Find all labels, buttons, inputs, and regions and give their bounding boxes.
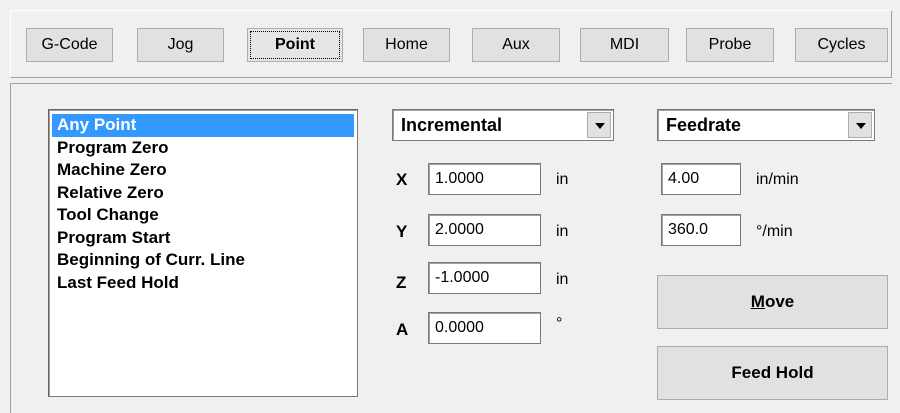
- list-item-tool-change[interactable]: Tool Change: [52, 204, 354, 227]
- chevron-down-icon: [856, 123, 866, 129]
- tab-home[interactable]: Home: [363, 28, 450, 62]
- chevron-down-icon: [595, 123, 605, 129]
- list-item-program-zero[interactable]: Program Zero: [52, 137, 354, 160]
- point-listbox[interactable]: Any Point Program Zero Machine Zero Rela…: [48, 109, 358, 397]
- mode-select[interactable]: Incremental: [392, 109, 614, 141]
- axis-x-label: X: [396, 170, 408, 189]
- axis-a-unit: °: [556, 315, 563, 332]
- move-button[interactable]: Move: [657, 275, 888, 329]
- axis-a-label: A: [396, 320, 409, 339]
- mode-select-value: Incremental: [401, 115, 503, 135]
- axis-x-field[interactable]: 1.0000: [428, 163, 541, 195]
- rate-select-value: Feedrate: [666, 115, 742, 135]
- tab-g-code[interactable]: G-Code: [26, 28, 113, 62]
- axis-z-field[interactable]: -1.0000: [428, 262, 541, 294]
- angular-feedrate-unit: °/min: [756, 223, 793, 240]
- axis-y-label: Y: [396, 222, 408, 241]
- list-item-relative-zero[interactable]: Relative Zero: [52, 182, 354, 205]
- axis-y-unit: in: [556, 223, 569, 240]
- move-button-label: ove: [764, 292, 795, 311]
- tab-aux[interactable]: Aux: [472, 28, 560, 62]
- feed-hold-button[interactable]: Feed Hold: [657, 346, 888, 400]
- list-item-machine-zero[interactable]: Machine Zero: [52, 159, 354, 182]
- axis-y-field[interactable]: 2.0000: [428, 214, 541, 246]
- tab-cycles[interactable]: Cycles: [795, 28, 888, 62]
- tab-point[interactable]: Point: [247, 28, 343, 62]
- list-item-program-start[interactable]: Program Start: [52, 227, 354, 250]
- tab-mdi[interactable]: MDI: [580, 28, 669, 62]
- rate-select[interactable]: Feedrate: [657, 109, 875, 141]
- list-item-beginning-of-line[interactable]: Beginning of Curr. Line: [52, 249, 354, 272]
- axis-a-field[interactable]: 0.0000: [428, 312, 541, 344]
- list-item-any-point[interactable]: Any Point: [52, 114, 354, 137]
- axis-z-label: Z: [396, 273, 407, 292]
- list-item-last-feed-hold[interactable]: Last Feed Hold: [52, 272, 354, 295]
- mode-dropdown-button[interactable]: [587, 112, 611, 138]
- tab-jog[interactable]: Jog: [137, 28, 224, 62]
- tab-toolbar: G-Code Jog Point Home Aux MDI Probe Cycl…: [10, 10, 892, 78]
- axis-x-unit: in: [556, 171, 569, 188]
- linear-feedrate-unit: in/min: [756, 171, 799, 188]
- rate-dropdown-button[interactable]: [848, 112, 872, 138]
- move-button-mnemonic: M: [750, 292, 765, 311]
- linear-feedrate-field[interactable]: 4.00: [661, 163, 741, 195]
- axis-z-unit: in: [556, 271, 569, 288]
- angular-feedrate-field[interactable]: 360.0: [661, 214, 741, 246]
- tab-probe[interactable]: Probe: [686, 28, 774, 62]
